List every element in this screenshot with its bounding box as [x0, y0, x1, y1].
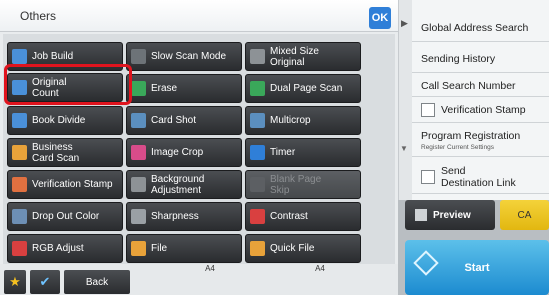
preview-button[interactable]: Preview: [405, 200, 495, 230]
function-button-sharpness[interactable]: Sharpness: [126, 202, 242, 231]
function-label: Verification Stamp: [32, 179, 113, 190]
menu-item-global-address-search[interactable]: Global Address Search: [412, 14, 549, 42]
function-button-timer[interactable]: Timer: [245, 138, 361, 167]
business-card-icon: [12, 145, 27, 160]
function-label: RGB Adjust: [32, 243, 84, 254]
card-shot-icon: [131, 113, 146, 128]
function-button-business-card-scan[interactable]: Business Card Scan: [7, 138, 123, 167]
book-divide-icon: [12, 113, 27, 128]
menu-item-label: Send Destination Link: [441, 164, 516, 189]
multicrop-icon: [250, 113, 265, 128]
function-label: Card Shot: [151, 115, 197, 126]
function-button-mixed-size-original[interactable]: Mixed Size Original: [245, 42, 361, 71]
blank-page-icon: [250, 177, 265, 192]
favorite-star-button[interactable]: ★: [4, 270, 26, 294]
checkbox[interactable]: [421, 169, 435, 184]
checkmark-icon: ✔: [39, 274, 51, 289]
back-button[interactable]: Back: [64, 270, 130, 294]
function-button-multicrop[interactable]: Multicrop: [245, 106, 361, 135]
paper-size-right: A4: [315, 264, 325, 273]
slow-scan-icon: [131, 49, 146, 64]
job-build-icon: [12, 49, 27, 64]
function-button-book-divide[interactable]: Book Divide: [7, 106, 123, 135]
scroll-down-icon[interactable]: ▼: [400, 144, 408, 153]
selection-highlight: [4, 64, 132, 105]
function-label: Quick File: [270, 243, 315, 254]
function-button-rgb-adjust[interactable]: RGB Adjust: [7, 234, 123, 263]
function-button-slow-scan-mode[interactable]: Slow Scan Mode: [126, 42, 242, 71]
timer-icon: [250, 145, 265, 160]
drop-out-color-icon: [12, 209, 27, 224]
mixed-size-icon: [250, 49, 265, 64]
star-icon: ★: [9, 274, 21, 289]
function-label: Slow Scan Mode: [151, 51, 227, 62]
function-label: Background Adjustment: [151, 173, 205, 196]
start-icon: [413, 250, 439, 276]
function-label: Multicrop: [270, 115, 311, 126]
scrollbar[interactable]: [398, 0, 412, 200]
function-label: File: [151, 243, 168, 254]
menu-item-label: Call Search Number: [421, 79, 516, 92]
function-button-background-adjustment[interactable]: Background Adjustment: [126, 170, 242, 199]
expand-arrow-icon[interactable]: ▶: [401, 18, 408, 29]
function-label: Mixed Size Original: [270, 45, 319, 68]
preview-icon: [415, 209, 427, 221]
menu-item-verification-stamp[interactable]: Verification Stamp: [412, 97, 549, 123]
sharpness-icon: [131, 209, 146, 224]
function-button-file[interactable]: File: [126, 234, 242, 263]
panel-header: Others OK: [0, 0, 398, 32]
quick-file-icon: [250, 241, 265, 256]
file-icon: [131, 241, 146, 256]
function-button-drop-out-color[interactable]: Drop Out Color: [7, 202, 123, 231]
function-button-dual-page-scan[interactable]: Dual Page Scan: [245, 74, 361, 103]
verification-stamp-icon: [12, 177, 27, 192]
menu-item-label: Global Address Search: [421, 21, 529, 34]
preview-label: Preview: [433, 209, 471, 221]
image-crop-icon: [131, 145, 146, 160]
ok-button[interactable]: OK: [369, 7, 391, 29]
function-label: Job Build: [32, 51, 74, 62]
function-button-image-crop[interactable]: Image Crop: [126, 138, 242, 167]
ca-button[interactable]: CA: [500, 200, 549, 230]
menu-item-label: Program Registration Register Current Set…: [421, 130, 520, 154]
menu-item-sending-history[interactable]: Sending History: [412, 45, 549, 73]
function-button-verification-stamp[interactable]: Verification Stamp: [7, 170, 123, 199]
function-label: Sharpness: [151, 211, 199, 222]
others-panel: Others OK Job Build Slow Scan Mode Mixed S…: [0, 0, 398, 295]
start-label: Start: [464, 261, 490, 274]
confirm-check-button[interactable]: ✔: [30, 270, 60, 294]
function-label: Business Card Scan: [32, 141, 80, 164]
function-label: Book Divide: [32, 115, 86, 126]
paper-size-left: A4: [205, 264, 215, 273]
function-label: Image Crop: [151, 147, 204, 158]
dual-page-icon: [250, 81, 265, 96]
menu-item-call-search-number[interactable]: Call Search Number: [412, 75, 549, 97]
function-label: Dual Page Scan: [270, 83, 343, 94]
rgb-adjust-icon: [12, 241, 27, 256]
function-button-card-shot[interactable]: Card Shot: [126, 106, 242, 135]
menu-item-label: Verification Stamp: [441, 103, 526, 116]
menu-item-label: Sending History: [421, 52, 496, 65]
menu-item-sublabel: Register Current Settings: [421, 143, 494, 151]
menu-item-send-destination-link[interactable]: Send Destination Link: [412, 160, 549, 194]
function-label: Blank Page Skip: [270, 173, 322, 196]
checkbox[interactable]: [421, 102, 435, 117]
function-label: Erase: [151, 83, 178, 94]
background-adjust-icon: [131, 177, 146, 192]
function-label: Timer: [270, 147, 296, 158]
function-button-erase[interactable]: Erase: [126, 74, 242, 103]
panel-title: Others: [20, 9, 57, 23]
function-button-contrast[interactable]: Contrast: [245, 202, 361, 231]
menu-item-program-registration[interactable]: Program Registration Register Current Set…: [412, 127, 549, 157]
erase-icon: [131, 81, 146, 96]
contrast-icon: [250, 209, 265, 224]
function-button-quick-file[interactable]: Quick File: [245, 234, 361, 263]
function-label: Drop Out Color: [32, 211, 100, 222]
function-button-blank-page-skip: Blank Page Skip: [245, 170, 361, 199]
function-label: Contrast: [270, 211, 308, 222]
start-button[interactable]: Start: [405, 240, 549, 295]
